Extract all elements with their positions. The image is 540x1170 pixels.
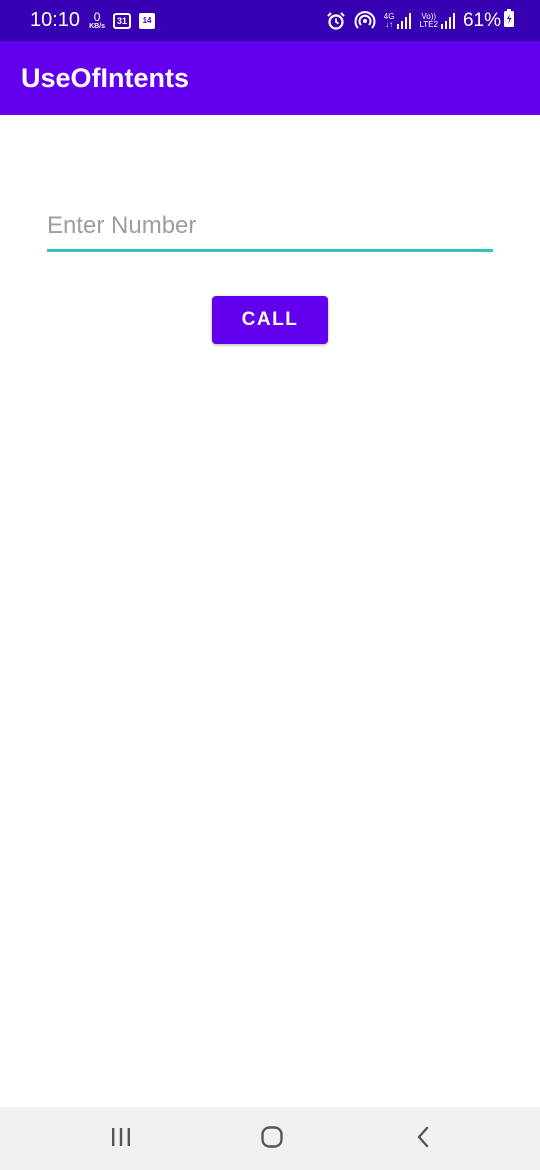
- net-speed-value: 0: [93, 10, 101, 24]
- alarm-icon: [326, 11, 346, 31]
- volte-bottom: LTE2: [419, 19, 438, 29]
- hotspot-icon: [354, 10, 376, 31]
- home-icon: [260, 1125, 284, 1154]
- battery-percent: 61%: [462, 9, 501, 31]
- status-bar: 10:10 0 KB/s 31 14 4G ↓↑ Vo)) LTE2 61%: [0, 0, 540, 41]
- app-bar: UseOfIntents: [0, 41, 540, 115]
- app-title: UseOfIntents: [21, 62, 190, 93]
- network-type-label: 4G ↓↑: [384, 12, 395, 29]
- call-button[interactable]: CALL: [212, 296, 328, 344]
- number-input[interactable]: [47, 209, 493, 252]
- notification-badge-icon: 14: [139, 12, 156, 29]
- recents-icon: [110, 1127, 132, 1152]
- signal-icon: [397, 12, 412, 29]
- battery-icon: [504, 9, 514, 32]
- back-button[interactable]: [393, 1114, 453, 1164]
- net-speed-indicator: 0 KB/s: [89, 11, 105, 30]
- recents-button[interactable]: [91, 1114, 151, 1164]
- data-arrows-icon: ↓↑: [385, 19, 394, 29]
- status-right: 4G ↓↑ Vo)) LTE2 61%: [326, 9, 514, 32]
- navigation-bar: [0, 1107, 540, 1170]
- signal-icon: [440, 12, 455, 29]
- calendar-icon: 31: [113, 12, 132, 29]
- home-button[interactable]: [242, 1114, 302, 1164]
- status-left: 10:10 0 KB/s 31 14: [30, 9, 163, 32]
- back-icon: [415, 1126, 431, 1153]
- volte-label: Vo)) LTE2: [419, 12, 438, 29]
- status-time: 10:10: [30, 9, 81, 31]
- net-speed-unit: KB/s: [89, 23, 106, 30]
